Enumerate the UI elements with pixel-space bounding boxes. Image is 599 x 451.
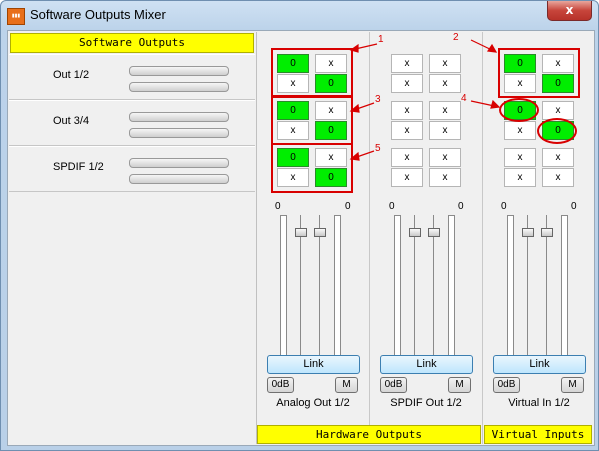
level-meter bbox=[448, 215, 455, 363]
software-output-label: SPDIF 1/2 bbox=[53, 161, 104, 173]
level-meter bbox=[507, 215, 514, 363]
close-button[interactable]: x bbox=[547, 1, 592, 21]
annotation-box bbox=[498, 48, 580, 98]
mute-button[interactable]: M bbox=[335, 377, 358, 393]
fader-track[interactable] bbox=[546, 215, 547, 365]
level-value-right: 0 bbox=[345, 201, 351, 212]
mixer-client-area: Software Outputs Out 1/2 Out 3/4 SPDIF 1… bbox=[7, 30, 595, 446]
link-button[interactable]: Link bbox=[267, 355, 360, 374]
matrix-cell[interactable]: x bbox=[504, 148, 536, 167]
matrix-cell[interactable]: x bbox=[504, 168, 536, 187]
title-bar[interactable]: ▮▮▮ Software Outputs Mixer x bbox=[1, 1, 598, 31]
zero-db-button[interactable]: 0dB bbox=[267, 377, 294, 393]
output-name: Analog Out 1/2 bbox=[276, 397, 350, 409]
fader-thumb[interactable] bbox=[295, 228, 307, 237]
matrix-cell[interactable]: x bbox=[429, 101, 461, 120]
annotation-box bbox=[271, 143, 353, 193]
annotation-box bbox=[271, 48, 353, 98]
mute-button[interactable]: M bbox=[561, 377, 584, 393]
software-output-row: Out 3/4 bbox=[9, 100, 255, 146]
annotation-ellipse bbox=[499, 98, 539, 122]
link-button[interactable]: Link bbox=[493, 355, 586, 374]
annotation-number: 2 bbox=[453, 32, 459, 43]
matrix-cell[interactable]: x bbox=[429, 121, 461, 140]
annotation-number: 5 bbox=[375, 143, 381, 154]
level-meter-left bbox=[129, 158, 229, 168]
fader-thumb[interactable] bbox=[409, 228, 421, 237]
matrix-cell[interactable]: x bbox=[429, 148, 461, 167]
level-value-left: 0 bbox=[501, 201, 507, 212]
matrix-cell[interactable]: x bbox=[542, 148, 574, 167]
level-value-left: 0 bbox=[275, 201, 281, 212]
fader-thumb[interactable] bbox=[314, 228, 326, 237]
annotation-number: 4 bbox=[461, 93, 467, 104]
matrix-cell[interactable]: x bbox=[391, 74, 423, 93]
annotation-ellipse bbox=[537, 118, 577, 144]
level-meter-left bbox=[129, 112, 229, 122]
level-meter-left bbox=[129, 66, 229, 76]
hardware-outputs-header: Hardware Outputs bbox=[257, 425, 481, 444]
column-separator bbox=[369, 32, 370, 444]
level-meter bbox=[334, 215, 341, 363]
fader-thumb[interactable] bbox=[522, 228, 534, 237]
software-outputs-panel: Software Outputs Out 1/2 Out 3/4 SPDIF 1… bbox=[9, 32, 257, 444]
matrix-cell[interactable]: x bbox=[391, 101, 423, 120]
fader-track[interactable] bbox=[414, 215, 415, 365]
annotation-number: 3 bbox=[375, 94, 381, 105]
matrix-cell[interactable]: x bbox=[504, 121, 536, 140]
mute-button[interactable]: M bbox=[448, 377, 471, 393]
matrix-cell[interactable]: x bbox=[391, 121, 423, 140]
level-meter-right bbox=[129, 82, 229, 92]
software-outputs-header: Software Outputs bbox=[10, 33, 254, 53]
output-name: Virtual In 1/2 bbox=[508, 397, 570, 409]
matrix-cell[interactable]: x bbox=[429, 168, 461, 187]
annotation-number: 1 bbox=[378, 34, 384, 45]
level-value-right: 0 bbox=[571, 201, 577, 212]
level-meter bbox=[280, 215, 287, 363]
fader-track[interactable] bbox=[433, 215, 434, 365]
output-name: SPDIF Out 1/2 bbox=[390, 397, 462, 409]
matrix-cell[interactable]: x bbox=[542, 168, 574, 187]
matrix-cell[interactable]: x bbox=[391, 168, 423, 187]
mixer-window: ▮▮▮ Software Outputs Mixer x Software Ou… bbox=[0, 0, 599, 451]
window-title: Software Outputs Mixer bbox=[30, 7, 166, 22]
fader-thumb[interactable] bbox=[428, 228, 440, 237]
fader-track[interactable] bbox=[319, 215, 320, 365]
level-meter bbox=[394, 215, 401, 363]
fader-track[interactable] bbox=[300, 215, 301, 365]
matrix-cell[interactable]: x bbox=[391, 54, 423, 73]
level-meter-right bbox=[129, 174, 229, 184]
matrix-cell[interactable]: x bbox=[391, 148, 423, 167]
zero-db-button[interactable]: 0dB bbox=[493, 377, 520, 393]
level-meter bbox=[561, 215, 568, 363]
software-output-row: SPDIF 1/2 bbox=[9, 146, 255, 192]
level-value-right: 0 bbox=[458, 201, 464, 212]
software-output-label: Out 1/2 bbox=[53, 69, 90, 81]
link-button[interactable]: Link bbox=[380, 355, 473, 374]
level-value-left: 0 bbox=[389, 201, 395, 212]
fader-track[interactable] bbox=[527, 215, 528, 365]
column-separator bbox=[482, 32, 483, 444]
virtual-inputs-header: Virtual Inputs bbox=[484, 425, 592, 444]
matrix-cell[interactable]: x bbox=[429, 54, 461, 73]
software-output-row: Out 1/2 bbox=[9, 54, 255, 100]
app-icon: ▮▮▮ bbox=[7, 8, 25, 25]
annotation-box bbox=[271, 95, 353, 145]
zero-db-button[interactable]: 0dB bbox=[380, 377, 407, 393]
fader-thumb[interactable] bbox=[541, 228, 553, 237]
level-meter-right bbox=[129, 128, 229, 138]
software-output-label: Out 3/4 bbox=[53, 115, 90, 127]
matrix-cell[interactable]: x bbox=[429, 74, 461, 93]
